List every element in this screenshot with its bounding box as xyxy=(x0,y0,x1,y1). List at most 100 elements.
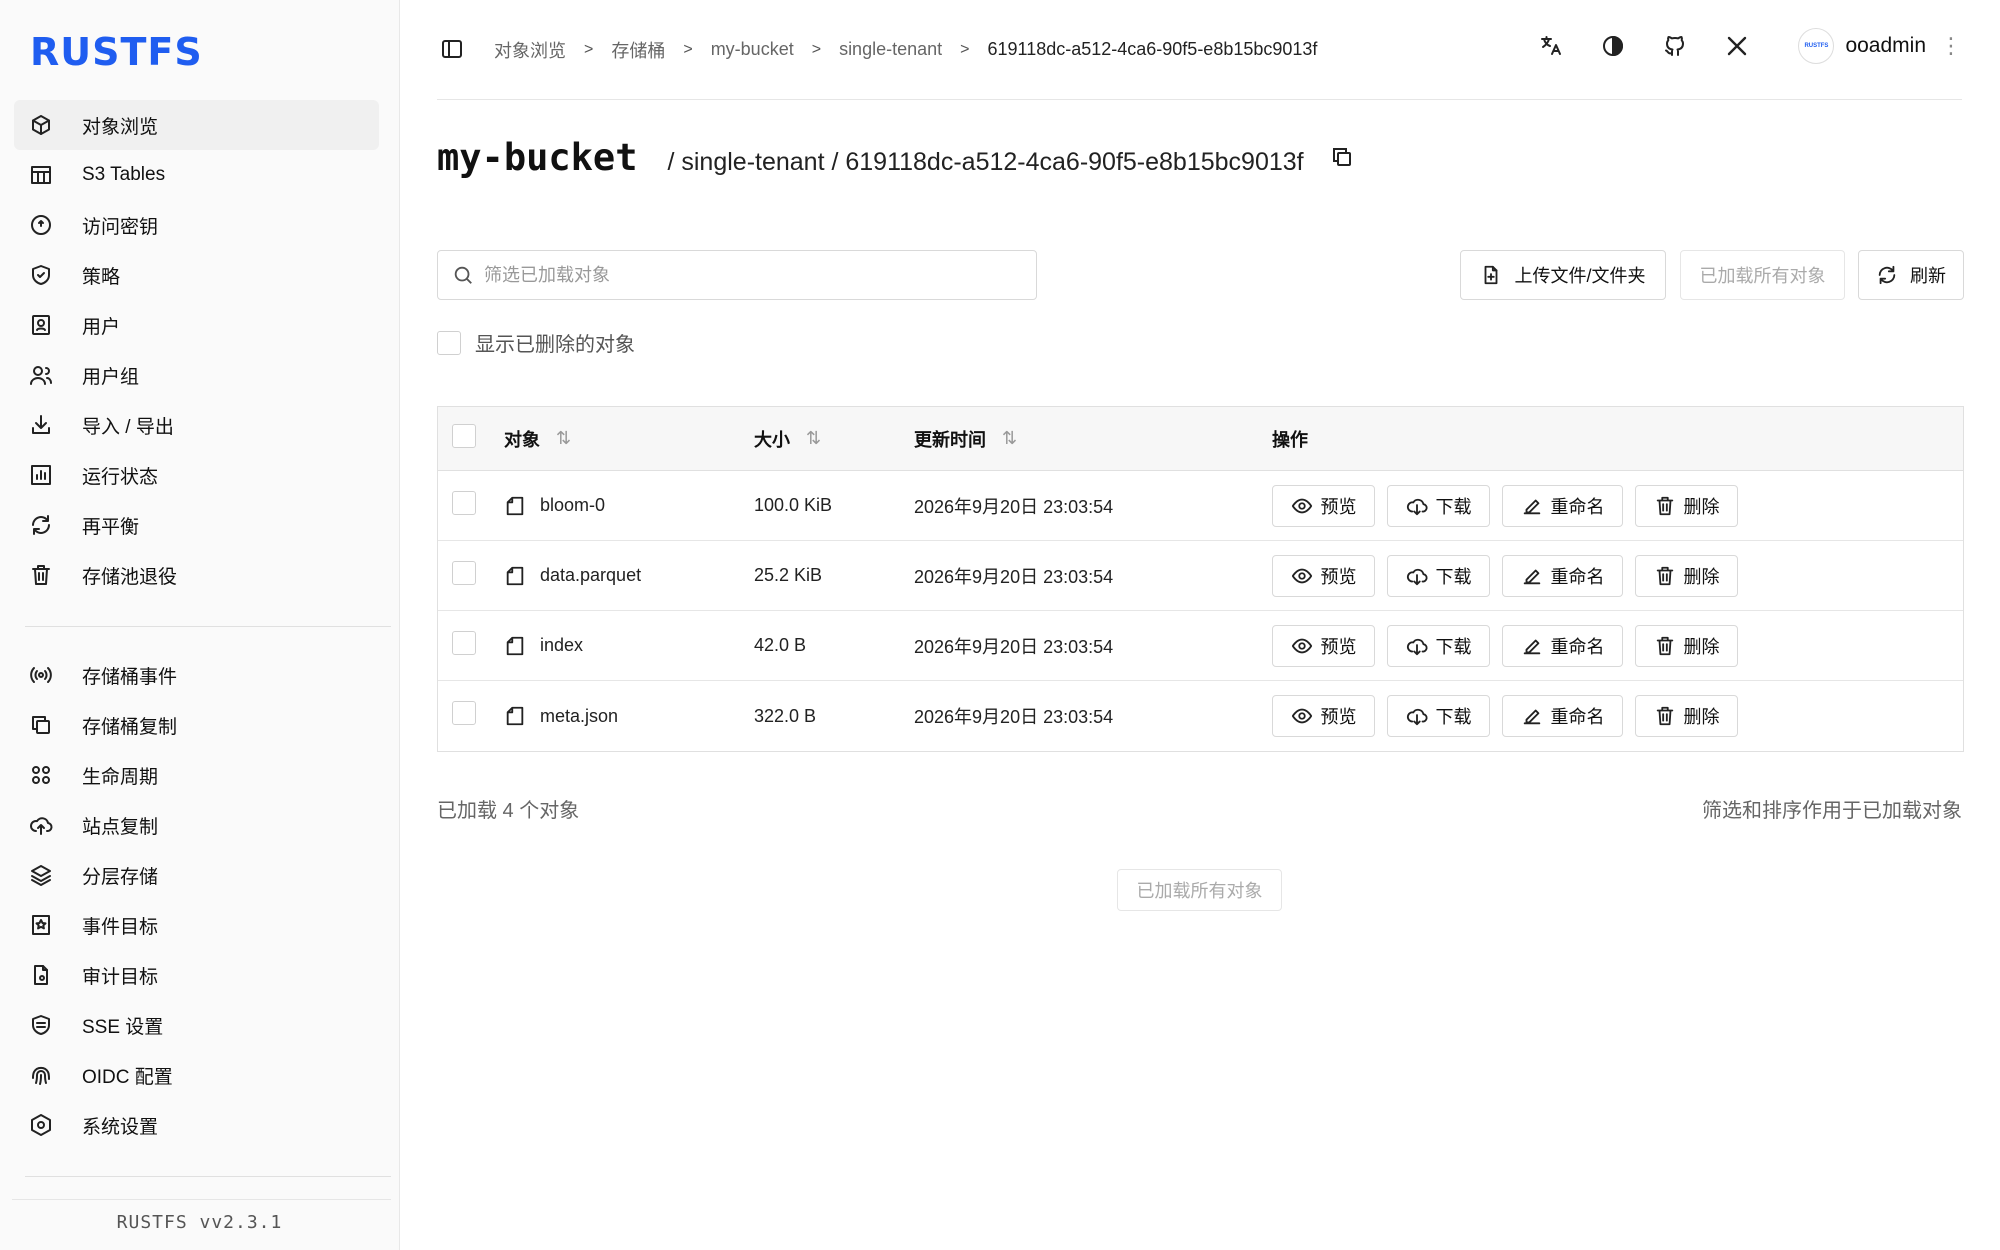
row-checkbox[interactable] xyxy=(452,630,476,655)
loaded-all-button[interactable]: 已加载所有对象 xyxy=(1680,250,1845,300)
sidebar-nav-secondary: 存储桶事件 存储桶复制生命周期站点复制分层存储事件目标 审计目标 SSE 设置 OIDC… xyxy=(14,650,379,1150)
object-name[interactable]: bloom-0 xyxy=(540,495,605,516)
pencil-icon xyxy=(1523,499,1540,514)
delete-button[interactable]: 删除 xyxy=(1635,624,1738,667)
trash-icon xyxy=(1656,496,1673,515)
file-icon xyxy=(504,634,526,658)
sidebar-item-label: 分层存储 xyxy=(82,866,159,888)
sidebar-item[interactable]: 存储桶事件 xyxy=(14,650,379,700)
sidebar-item[interactable]: 访问密钥 xyxy=(14,200,379,250)
sidebar-item[interactable]: OIDC 配置 xyxy=(14,1050,379,1100)
breadcrumb-item[interactable]: 存储桶 xyxy=(611,37,665,63)
x-twitter-icon[interactable] xyxy=(1722,31,1752,61)
row-checkbox[interactable] xyxy=(452,701,476,725)
cloud-upload-icon xyxy=(28,812,54,838)
row-checkbox[interactable] xyxy=(452,490,476,515)
rebalance-icon xyxy=(28,512,54,538)
breadcrumb-item[interactable]: my-bucket xyxy=(711,39,794,60)
rename-button[interactable]: 重命名 xyxy=(1502,554,1623,597)
column-header-size[interactable]: 大小 xyxy=(754,426,790,452)
sidebar-item[interactable]: 用户 xyxy=(14,300,379,350)
loaded-all-bottom-button[interactable]: 已加载所有对象 xyxy=(1117,869,1282,911)
user-name[interactable]: ooadmin xyxy=(1845,34,1926,58)
sort-icon[interactable]: ⇅ xyxy=(1002,428,1017,449)
column-header-time[interactable]: 更新时间 xyxy=(914,426,986,452)
breadcrumb: 对象浏览 > 存储桶 > my-bucket > single-tenant >… xyxy=(494,37,1317,63)
object-path: / single-tenant / 619118dc-a512-4ca6-90f… xyxy=(667,148,1304,176)
rename-button[interactable]: 重命名 xyxy=(1502,484,1623,527)
breadcrumb-item[interactable]: 对象浏览 xyxy=(494,37,566,63)
download-button[interactable]: 下载 xyxy=(1387,624,1490,667)
delete-button[interactable]: 删除 xyxy=(1635,695,1738,737)
sidebar-item[interactable]: 事件目标 xyxy=(14,900,379,950)
download-button[interactable]: 下载 xyxy=(1387,484,1490,527)
refresh-button-label: 刷新 xyxy=(1910,266,1946,286)
copy-icon[interactable] xyxy=(1330,145,1356,171)
file-icon xyxy=(504,564,526,588)
sidebar-divider xyxy=(25,626,391,627)
table-row: data.parquet 25.2 KiB 2026年9月20日 23:03:54 预… xyxy=(438,541,1963,611)
sidebar-item[interactable]: 系统设置 xyxy=(14,1100,379,1150)
sidebar-item[interactable]: 分层存储 xyxy=(14,850,379,900)
search-input[interactable] xyxy=(484,264,1024,286)
sidebar-item[interactable]: SSE 设置 xyxy=(14,1000,379,1050)
sidebar-toggle-icon[interactable] xyxy=(440,37,466,63)
delete-button-label: 删除 xyxy=(1683,636,1720,657)
sidebar-item[interactable]: 对象浏览 xyxy=(14,100,379,150)
status-chart-icon xyxy=(28,462,54,488)
eye-icon xyxy=(1291,708,1312,724)
sidebar-item[interactable]: 运行状态 xyxy=(14,450,379,500)
page-heading: my-bucket / single-tenant / 619118dc-a51… xyxy=(437,136,1356,179)
sidebar-item[interactable]: 存储池退役 xyxy=(14,550,379,600)
preview-button[interactable]: 预览 xyxy=(1272,695,1375,737)
refresh-icon xyxy=(1878,265,1896,285)
theme-toggle-icon[interactable] xyxy=(1598,31,1628,61)
delete-button[interactable]: 删除 xyxy=(1635,484,1738,527)
rename-button[interactable]: 重命名 xyxy=(1502,695,1623,737)
delete-button[interactable]: 删除 xyxy=(1635,554,1738,597)
object-size: 322.0 B xyxy=(754,705,817,726)
sidebar-item-label: 生命周期 xyxy=(82,766,159,788)
sort-icon[interactable]: ⇅ xyxy=(556,428,571,449)
upload-button[interactable]: 上传文件/文件夹 xyxy=(1460,250,1666,300)
show-deleted-checkbox[interactable] xyxy=(437,330,461,355)
preview-button[interactable]: 预览 xyxy=(1272,554,1375,597)
translate-icon[interactable] xyxy=(1536,31,1566,61)
trash-icon xyxy=(1656,566,1673,585)
sidebar-item[interactable]: 策略 xyxy=(14,250,379,300)
avatar[interactable]: RUSTFS xyxy=(1798,28,1835,64)
sidebar-item[interactable]: 生命周期 xyxy=(14,750,379,800)
sidebar-item[interactable]: 站点复制 xyxy=(14,800,379,850)
main-content: 对象浏览 > 存储桶 > my-bucket > single-tenant >… xyxy=(400,0,2000,1250)
download-button[interactable]: 下载 xyxy=(1387,554,1490,597)
column-header-name[interactable]: 对象 xyxy=(504,426,540,452)
sidebar-divider xyxy=(12,1199,391,1200)
sidebar-item[interactable]: 存储桶复制 xyxy=(14,700,379,750)
sidebar-item[interactable]: 再平衡 xyxy=(14,500,379,550)
refresh-button[interactable]: 刷新 xyxy=(1858,250,1964,300)
sidebar-item[interactable]: 用户组 xyxy=(14,350,379,400)
sidebar-item[interactable]: 审计目标 xyxy=(14,950,379,1000)
breadcrumb-item[interactable]: single-tenant xyxy=(839,39,942,60)
more-vertical-icon[interactable]: ⋮ xyxy=(1940,35,1962,57)
object-name[interactable]: index xyxy=(540,635,583,656)
lifecycle-icon xyxy=(28,762,54,788)
object-name[interactable]: data.parquet xyxy=(540,565,641,586)
sidebar-item[interactable]: 导入 / 导出 xyxy=(14,400,379,450)
delete-button-label: 删除 xyxy=(1683,566,1720,587)
page-title: my-bucket xyxy=(437,136,638,179)
rename-button[interactable]: 重命名 xyxy=(1502,624,1623,667)
table-row: meta.json 322.0 B 2026年9月20日 23:03:54 预览 下载 重… xyxy=(438,681,1963,751)
object-name[interactable]: meta.json xyxy=(540,706,618,727)
preview-button[interactable]: 预览 xyxy=(1272,484,1375,527)
select-all-checkbox[interactable] xyxy=(452,423,476,448)
sort-icon[interactable]: ⇅ xyxy=(806,428,821,449)
table-body: bloom-0 100.0 KiB 2026年9月20日 23:03:54 预览 下载重… xyxy=(438,471,1963,751)
github-icon[interactable] xyxy=(1660,31,1690,61)
download-button[interactable]: 下载 xyxy=(1387,695,1490,737)
sidebar-item-label: S3 Tables xyxy=(82,164,166,185)
preview-button[interactable]: 预览 xyxy=(1272,624,1375,667)
sidebar-item[interactable]: S3 Tables xyxy=(14,150,379,200)
row-checkbox[interactable] xyxy=(452,560,476,585)
object-size: 42.0 B xyxy=(754,635,807,655)
